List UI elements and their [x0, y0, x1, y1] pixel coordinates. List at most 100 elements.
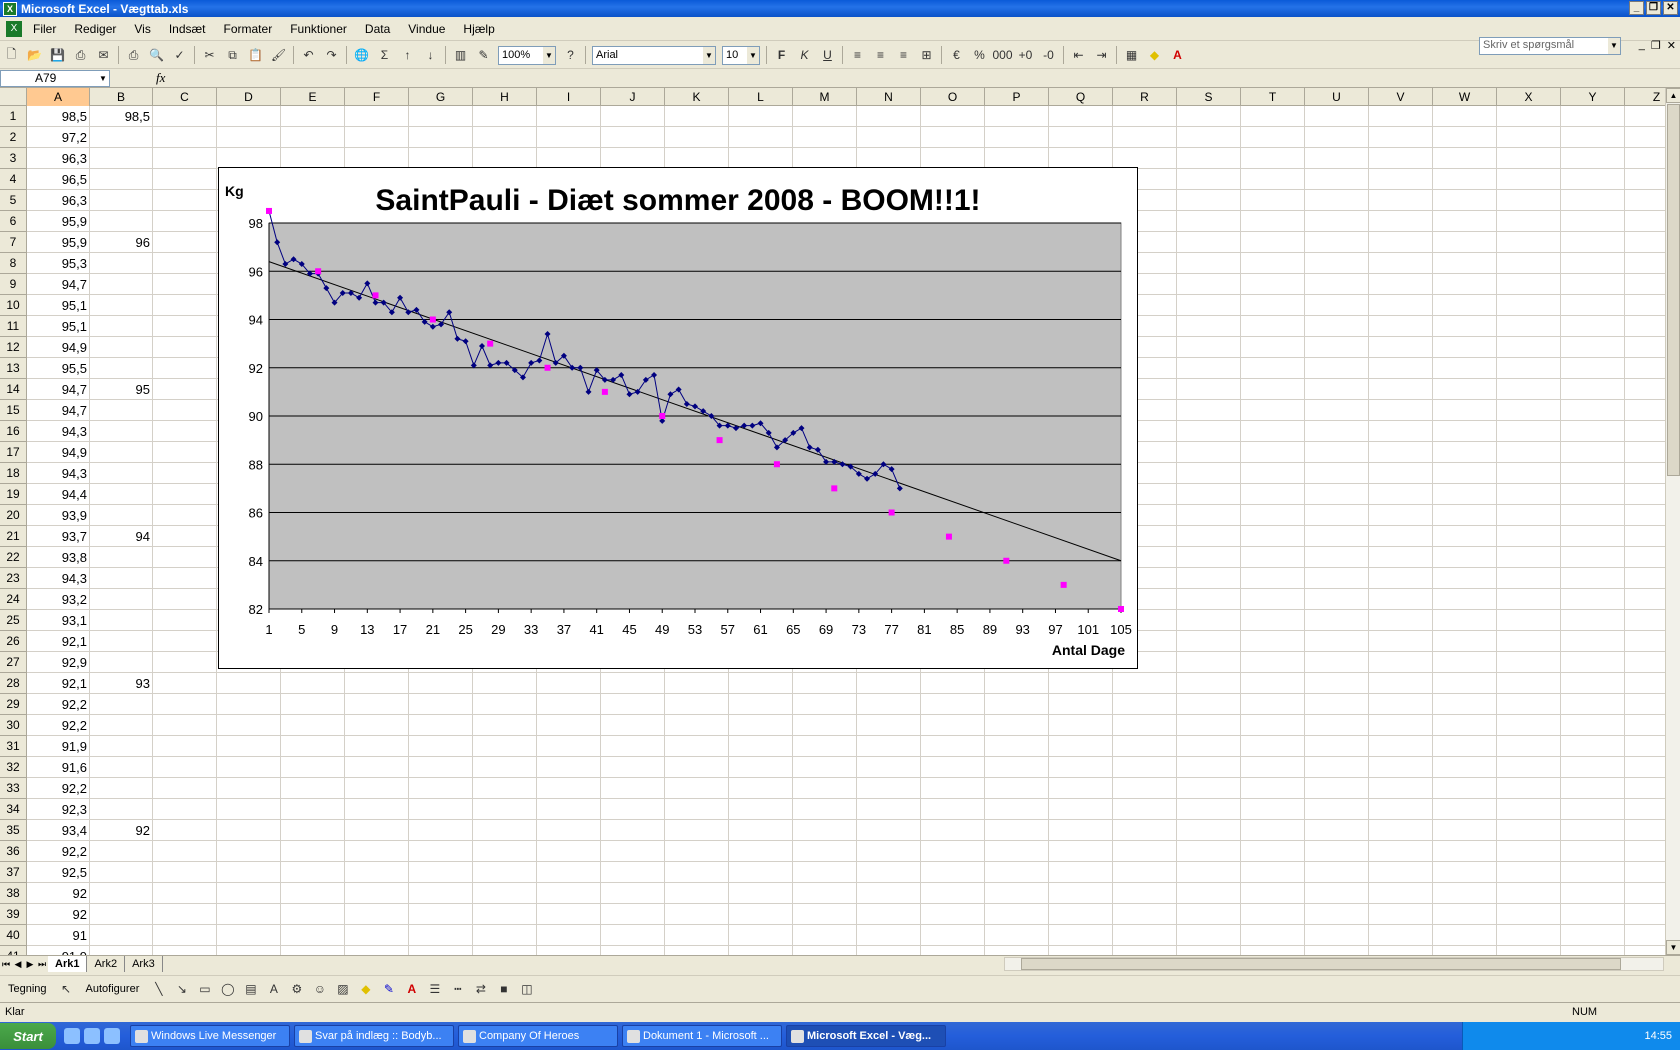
cell-a[interactable]: 94,9	[27, 442, 90, 463]
desktop-icon[interactable]	[64, 1028, 80, 1044]
rectangle-icon[interactable]: ▭	[194, 978, 215, 999]
row-header[interactable]: 5	[0, 190, 27, 211]
row-header[interactable]: 24	[0, 589, 27, 610]
thousands-icon[interactable]: 000	[992, 45, 1013, 66]
column-header[interactable]: L	[729, 88, 793, 106]
row-header[interactable]: 1	[0, 106, 27, 127]
save-icon[interactable]: 💾	[47, 45, 68, 66]
help-icon[interactable]: ?	[560, 45, 581, 66]
chevron-down-icon[interactable]: ▼	[97, 71, 109, 86]
paste-icon[interactable]: 📋	[245, 45, 266, 66]
chevron-down-icon[interactable]: ▼	[543, 46, 555, 64]
column-header[interactable]: I	[537, 88, 601, 106]
cell-a[interactable]: 92,1	[27, 673, 90, 694]
chart-wizard-icon[interactable]: ▥	[450, 45, 471, 66]
cell-a[interactable]: 93,9	[27, 505, 90, 526]
column-header[interactable]: R	[1113, 88, 1177, 106]
spelling-icon[interactable]: ✓	[169, 45, 190, 66]
scroll-down-icon[interactable]: ▼	[1666, 940, 1680, 955]
font-select[interactable]: Arial ▼	[592, 45, 716, 65]
autoshapes-button[interactable]: Autofigurer	[78, 983, 148, 995]
column-header[interactable]: K	[665, 88, 729, 106]
row-header[interactable]: 36	[0, 841, 27, 862]
column-header[interactable]: W	[1433, 88, 1497, 106]
row-header[interactable]: 26	[0, 631, 27, 652]
task-messenger[interactable]: Windows Live Messenger	[130, 1025, 290, 1047]
row-header[interactable]: 34	[0, 799, 27, 820]
increase-indent-icon[interactable]: ⇥	[1091, 45, 1112, 66]
font-color-icon[interactable]: A	[401, 978, 422, 999]
cell-a[interactable]: 94,3	[27, 463, 90, 484]
column-header[interactable]: Q	[1049, 88, 1113, 106]
task-excel[interactable]: Microsoft Excel - Væg...	[786, 1025, 946, 1047]
row-header[interactable]: 25	[0, 610, 27, 631]
sort-asc-icon[interactable]: ↑	[397, 45, 418, 66]
hyperlink-icon[interactable]: 🌐	[351, 45, 372, 66]
horizontal-scrollbar[interactable]	[1004, 957, 1664, 971]
cell-a[interactable]: 96,3	[27, 190, 90, 211]
row-header[interactable]: 23	[0, 568, 27, 589]
function-icon[interactable]: fx	[156, 70, 165, 86]
zoom-select[interactable]: 100% ▼	[498, 45, 556, 65]
menu-data[interactable]: Data	[356, 22, 399, 36]
menu-formater[interactable]: Formater	[215, 22, 282, 36]
row-header[interactable]: 18	[0, 463, 27, 484]
menu-vindue[interactable]: Vindue	[399, 22, 454, 36]
sheet-tab-ark1[interactable]: Ark1	[48, 956, 88, 972]
textbox-icon[interactable]: ▤	[240, 978, 261, 999]
row-header[interactable]: 3	[0, 148, 27, 169]
row-header[interactable]: 10	[0, 295, 27, 316]
drawing-menu-button[interactable]: Tegning	[0, 983, 55, 995]
wordart-icon[interactable]: A	[263, 978, 284, 999]
menu-funktioner[interactable]: Funktioner	[281, 22, 356, 36]
row-header[interactable]: 9	[0, 274, 27, 295]
redo-icon[interactable]: ↷	[321, 45, 342, 66]
cell-a[interactable]: 95,9	[27, 232, 90, 253]
row-header[interactable]: 22	[0, 547, 27, 568]
underline-icon[interactable]: U	[817, 45, 838, 66]
cell-b[interactable]: 98,5	[90, 106, 153, 127]
browser-icon[interactable]	[84, 1028, 100, 1044]
cell-a[interactable]: 93,8	[27, 547, 90, 568]
cell-a[interactable]: 94,3	[27, 568, 90, 589]
arrow-icon[interactable]: ↘	[171, 978, 192, 999]
cell-a[interactable]: 92	[27, 904, 90, 925]
autosum-icon[interactable]: Σ	[374, 45, 395, 66]
column-header[interactable]: V	[1369, 88, 1433, 106]
currency-icon[interactable]: €	[946, 45, 967, 66]
row-header[interactable]: 27	[0, 652, 27, 673]
decrease-decimal-icon[interactable]: -0	[1038, 45, 1059, 66]
cell-a[interactable]: 92,3	[27, 799, 90, 820]
prev-sheet-icon[interactable]: ◀	[12, 959, 24, 970]
cell-a[interactable]: 92,2	[27, 778, 90, 799]
email-icon[interactable]: ✉	[93, 45, 114, 66]
borders-icon[interactable]: ▦	[1121, 45, 1142, 66]
row-header[interactable]: 11	[0, 316, 27, 337]
decrease-indent-icon[interactable]: ⇤	[1068, 45, 1089, 66]
menu-rediger[interactable]: Rediger	[65, 22, 125, 36]
row-header[interactable]: 31	[0, 736, 27, 757]
vertical-scrollbar[interactable]: ▲ ▼	[1665, 88, 1680, 955]
row-header[interactable]: 4	[0, 169, 27, 190]
row-header[interactable]: 32	[0, 757, 27, 778]
cell-a[interactable]: 92,1	[27, 631, 90, 652]
column-header[interactable]: Z	[1625, 88, 1665, 106]
workbook-icon[interactable]: X	[6, 20, 22, 37]
row-header[interactable]: 17	[0, 442, 27, 463]
column-header[interactable]: M	[793, 88, 857, 106]
cell-b[interactable]: 93	[90, 673, 153, 694]
column-header[interactable]: X	[1497, 88, 1561, 106]
column-header[interactable]: P	[985, 88, 1049, 106]
cell-a[interactable]: 92,2	[27, 715, 90, 736]
cell-b[interactable]: 96	[90, 232, 153, 253]
percent-icon[interactable]: %	[969, 45, 990, 66]
row-header[interactable]: 15	[0, 400, 27, 421]
cell-a[interactable]: 93,1	[27, 610, 90, 631]
row-header[interactable]: 33	[0, 778, 27, 799]
sort-desc-icon[interactable]: ↓	[420, 45, 441, 66]
row-header[interactable]: 39	[0, 904, 27, 925]
column-header[interactable]: E	[281, 88, 345, 106]
row-header[interactable]: 14	[0, 379, 27, 400]
align-center-icon[interactable]: ≡	[870, 45, 891, 66]
chevron-down-icon[interactable]: ▼	[747, 46, 759, 64]
